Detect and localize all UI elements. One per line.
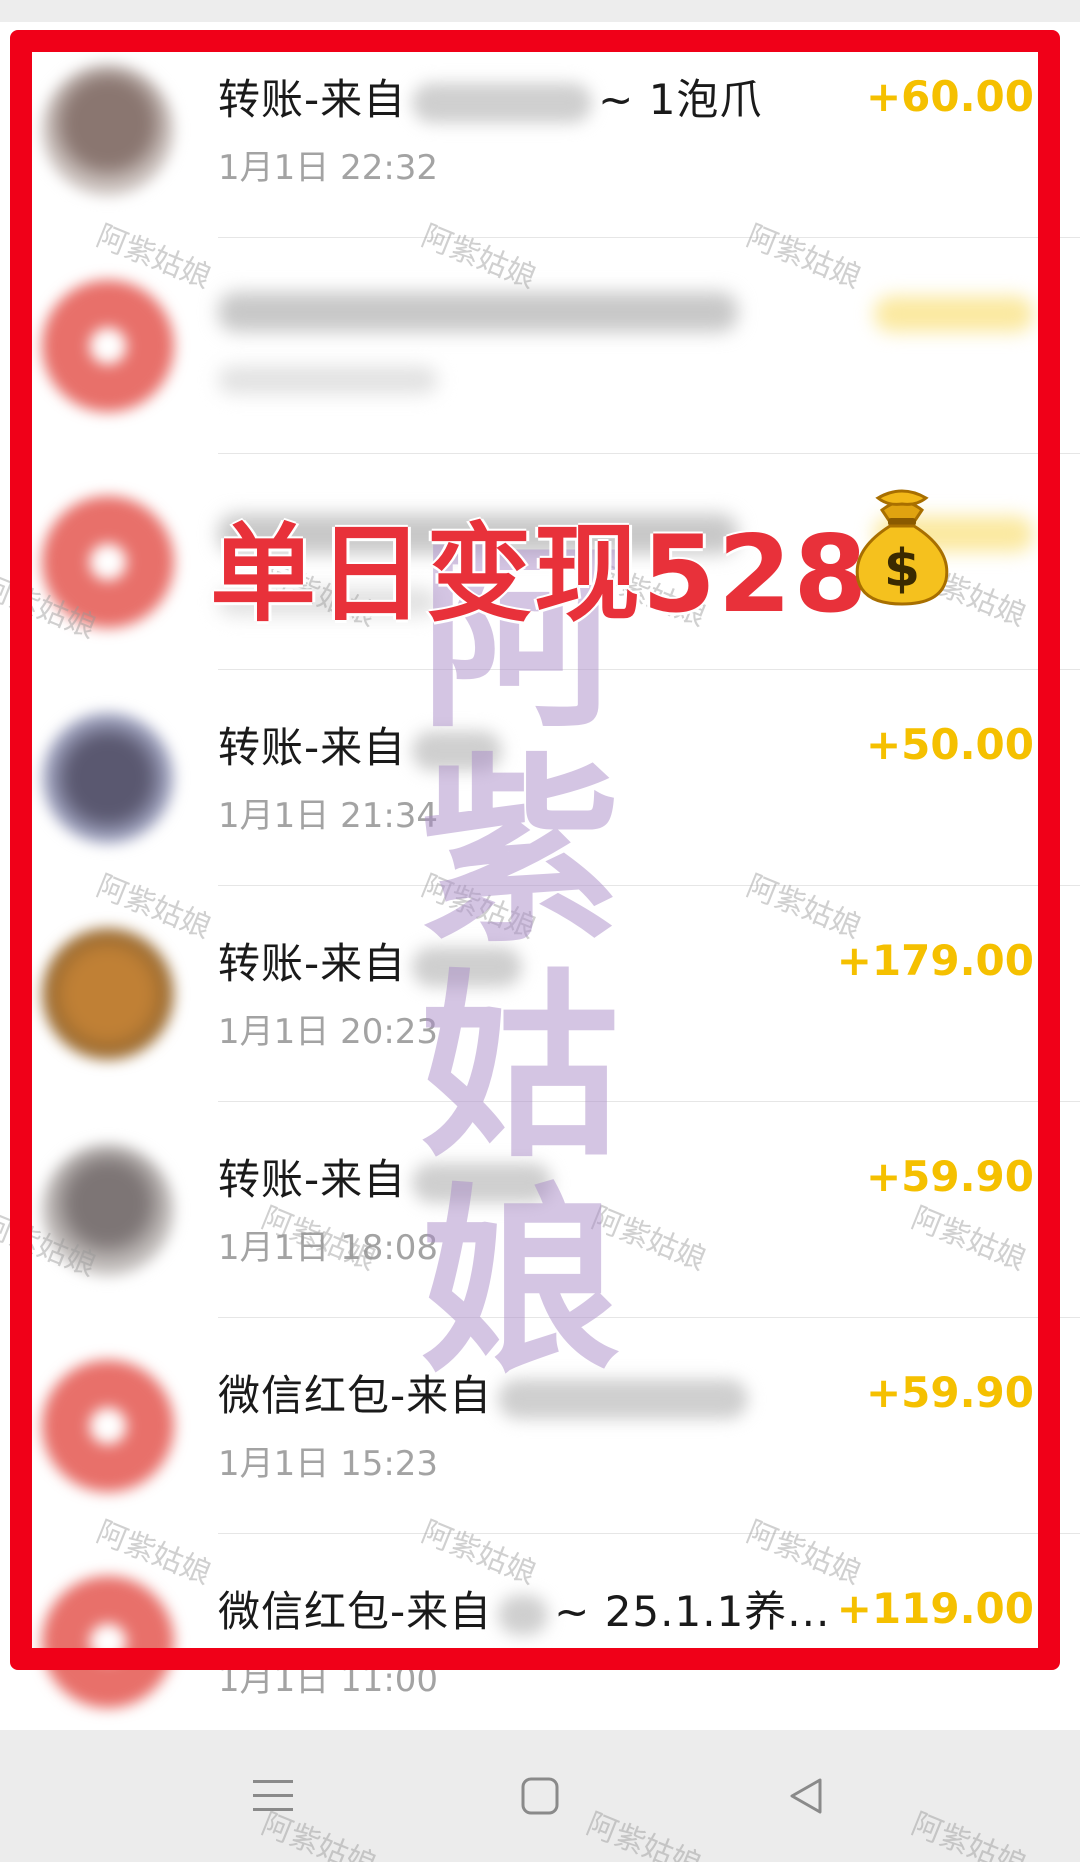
- headline-overlay: 单日变现528: [210, 513, 870, 636]
- title-prefix: 转账-来自: [218, 939, 407, 988]
- avatar: [42, 1576, 174, 1708]
- transaction-time: 1月1日 22:32: [218, 148, 439, 188]
- watermark-text: 阿紫姑娘: [906, 1806, 1031, 1862]
- transaction-time: 1月1日 15:23: [218, 1444, 439, 1484]
- redacted-time: [218, 366, 438, 394]
- transaction-amount: +119.00: [836, 1584, 1034, 1633]
- avatar: [42, 928, 174, 1060]
- avatar: [42, 280, 174, 412]
- transaction-amount: +59.90: [865, 1152, 1034, 1201]
- system-nav-bar: 阿紫姑娘 阿紫姑娘 阿紫姑娘: [0, 1730, 1080, 1862]
- money-bag-icon: $: [855, 489, 949, 606]
- transaction-title: 转账-来自 ~ 1泡爪: [218, 66, 762, 127]
- screen: 转账-来自 ~ 1泡爪 1月1日 22:32 +60.00 转账-来自 1月1日…: [0, 0, 1080, 1862]
- redacted-name: [412, 82, 593, 123]
- redacted-title: [218, 292, 738, 332]
- svg-text:$: $: [884, 539, 920, 599]
- back-triangle-icon: [790, 1778, 822, 1814]
- transaction-amount: +179.00: [836, 936, 1034, 985]
- watermark-char: 娘: [420, 1165, 621, 1400]
- title-prefix: 转账-来自: [218, 75, 407, 124]
- transaction-amount: +59.90: [865, 1368, 1034, 1417]
- avatar: [42, 1360, 174, 1492]
- transaction-time: 1月1日 21:34: [218, 796, 439, 836]
- title-suffix: ~ 25.1.1养...: [554, 1587, 831, 1636]
- title-prefix: 转账-来自: [218, 723, 407, 772]
- home-button[interactable]: [480, 1730, 600, 1862]
- title-prefix: 微信红包-来自: [218, 1587, 493, 1636]
- transaction-row[interactable]: 转账-来自 ~ 1泡爪 1月1日 22:32 +60.00: [0, 22, 1080, 238]
- transaction-time: 1月1日 11:00: [218, 1660, 439, 1700]
- redacted-name: [498, 1594, 549, 1635]
- title-suffix: ~ 1泡爪: [598, 75, 763, 124]
- transaction-time: 1月1日 20:23: [218, 1012, 439, 1052]
- redacted-amount: [874, 296, 1034, 332]
- watermark-text: 阿紫姑娘: [581, 1806, 706, 1862]
- title-prefix: 转账-来自: [218, 1155, 407, 1204]
- home-square-icon: [521, 1777, 559, 1815]
- transaction-amount: +50.00: [865, 720, 1034, 769]
- avatar: [42, 712, 174, 844]
- avatar: [42, 64, 174, 196]
- back-button[interactable]: [746, 1730, 866, 1862]
- transaction-amount: +60.00: [865, 72, 1034, 121]
